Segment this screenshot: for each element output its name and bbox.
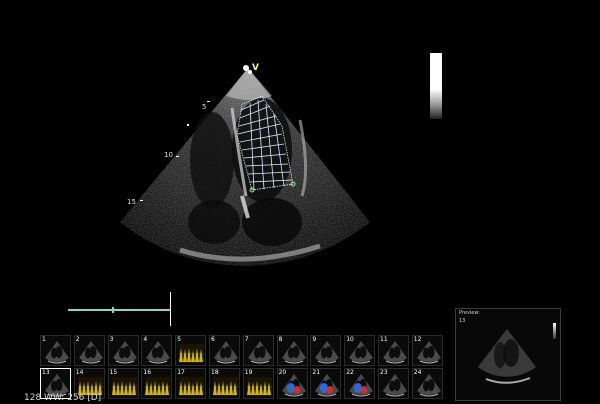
thumbnail-11[interactable]: 11 (378, 335, 409, 366)
thumbnail-number: 23 (380, 369, 388, 376)
thumbnail-16[interactable]: 16 (141, 368, 173, 399)
thumbnail-23[interactable]: 23 (378, 368, 409, 399)
ultrasound-viewer: 5 10 15 V 1 2 3 4 5 6 7 8 9 10 11 12 13 14 15 16 17 18 19 2… (0, 0, 600, 404)
thumbnail-number: 3 (109, 336, 114, 343)
left-atrium (242, 198, 302, 246)
thumbnail-number: 6 (211, 336, 215, 343)
right-ventricle (190, 112, 234, 208)
thumbnail-number: 21 (312, 369, 321, 376)
thumbnail-1[interactable]: 1 (40, 335, 71, 366)
thumbnail-7[interactable]: 7 (242, 335, 274, 366)
thumbnail-21[interactable]: 21 (310, 368, 342, 399)
thumbnail-9[interactable]: 9 (310, 335, 342, 366)
thumbnail-8[interactable]: 8 (276, 335, 308, 366)
thumbnail-number: 8 (278, 336, 283, 343)
thumbnail-number: 9 (312, 336, 317, 343)
thumbnail-number: 20 (278, 369, 287, 376)
thumbnail-number: 10 (346, 336, 354, 343)
thumbnail-number: 19 (244, 369, 253, 376)
thumbnail-number: 18 (211, 369, 219, 376)
thumbnail-19[interactable]: 19 (242, 368, 274, 399)
thumbnail-12[interactable]: 12 (411, 335, 443, 366)
thumbnail-4[interactable]: 4 (141, 335, 173, 366)
scale-bar (68, 309, 171, 311)
status-text: 128 WW: 256 [D] (24, 393, 102, 403)
grayscale-bar (430, 53, 442, 119)
thumbnail-24[interactable]: 24 (411, 368, 443, 399)
thumbnail-number: 12 (413, 336, 422, 343)
thumbnail-17[interactable]: 17 (175, 368, 207, 399)
thumbnail-number: 13 (42, 369, 50, 376)
thumbnail-15[interactable]: 15 (107, 368, 139, 399)
thumbnail-5[interactable]: 5 (175, 335, 207, 366)
scale-tick (112, 307, 114, 313)
preview-image (478, 329, 536, 384)
thumbnail-18[interactable]: 18 (209, 368, 240, 399)
apex-marker: V (252, 63, 259, 73)
thumbnail-22[interactable]: 22 (344, 368, 376, 399)
thumbnail-number: 2 (75, 336, 80, 343)
thumbnail-number: 22 (346, 369, 354, 376)
depth-label-10: 10 (164, 151, 173, 159)
thumbnail-2[interactable]: 2 (73, 335, 105, 366)
thumbnail-6[interactable]: 6 (209, 335, 240, 366)
depth-label-15: 15 (127, 198, 136, 206)
thumbnail-number: 7 (244, 336, 249, 343)
depth-label-5: 5 (202, 103, 207, 111)
scale-crosshair (170, 292, 171, 326)
thumbnail-number: 11 (380, 336, 388, 343)
thumbnail-number: 17 (177, 369, 185, 376)
thumbnail-10[interactable]: 10 (344, 335, 376, 366)
thumbnail-number: 24 (413, 369, 422, 376)
thumbnail-number: 14 (75, 369, 84, 376)
thumbnail-3[interactable]: 3 (107, 335, 139, 366)
thumbnail-number: 5 (177, 336, 182, 343)
thumbnail-number: 16 (143, 369, 152, 376)
right-atrium (188, 200, 240, 244)
thumbnail-number: 15 (109, 369, 118, 376)
echo-image[interactable] (0, 0, 600, 300)
thumbnail-number: 4 (143, 336, 148, 343)
thumbnail-20[interactable]: 20 (276, 368, 308, 399)
thumbnail-number: 1 (42, 336, 46, 343)
preview-panel[interactable]: Preview: 13 (455, 308, 561, 401)
